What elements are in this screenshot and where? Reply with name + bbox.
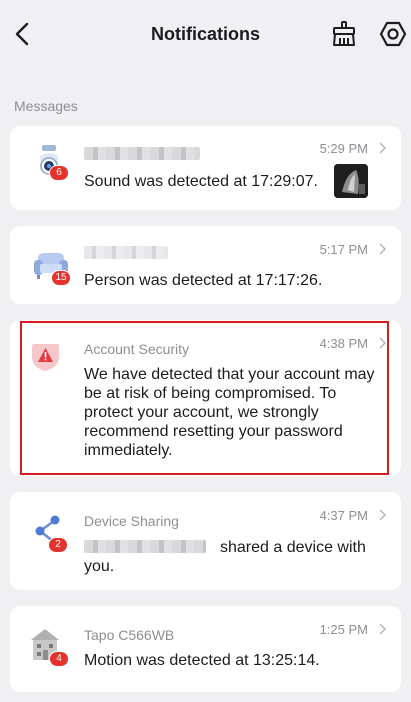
camera-icon: 6 [28,142,74,188]
notification-source: Tapo C566WB [84,627,175,643]
sofa-icon: 15 [28,244,74,290]
unread-count-badge: 15 [52,271,70,285]
notification-card[interactable]: 4 Tapo C566WB 1:25 PM Motion was detecte… [10,606,401,692]
chevron-right-icon [379,623,387,635]
notification-message: Sound was detected at 17:29:07. [84,173,318,190]
notification-message: Person was detected at 17:17:26. [84,272,323,289]
unread-count-badge: 6 [50,166,68,180]
redacted-device-name [84,147,200,160]
notification-card[interactable]: 15 5:17 PM Person was detected at 17:17:… [10,226,401,304]
snapshot-thumbnail[interactable] [334,164,368,198]
settings-gear-icon[interactable] [378,19,408,49]
house-icon: 4 [28,626,74,672]
notification-source: Device Sharing [84,513,179,529]
notification-card[interactable]: 2 Device Sharing 4:37 PM shared a device… [10,492,401,590]
unread-count-badge: 2 [49,538,67,552]
timestamp: 1:25 PM [319,622,368,637]
notification-message-wrap: you. [84,558,115,575]
chevron-right-icon [379,243,387,255]
broom-icon[interactable] [330,19,358,49]
chevron-right-icon [379,509,387,521]
notification-message: shared a device with [220,539,366,556]
notification-message: Motion was detected at 13:25:14. [84,652,320,669]
top-bar: Notifications [0,0,411,70]
chevron-right-icon [379,142,387,154]
notification-card[interactable]: 6 5:29 PM Sound was detected at 17:29:07… [10,126,401,210]
highlight-frame [20,321,389,475]
redacted-user-name [84,540,206,553]
share-icon: 2 [28,512,74,558]
timestamp: 5:17 PM [319,242,368,257]
timestamp: 4:37 PM [319,508,368,523]
redacted-device-name [84,246,168,259]
timestamp: 5:29 PM [319,141,368,156]
unread-count-badge: 4 [50,652,68,666]
section-title: Messages [14,98,78,114]
